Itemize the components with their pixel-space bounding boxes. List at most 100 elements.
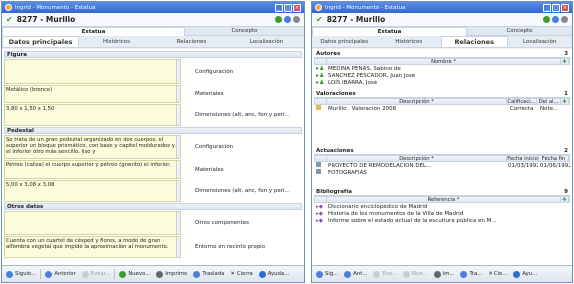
actuaciones-section: Actuaciones 2 Descripción * Fecha inicio Fe… xyxy=(314,148,570,176)
next-button[interactable]: Sig... xyxy=(314,270,340,278)
pedestal-materiales-field[interactable]: Pétreo (caliza) el cuerpo superior y pét… xyxy=(4,160,181,179)
figura-materiales-field[interactable]: Metálico (bronce) xyxy=(4,85,181,103)
valoraciones-section: Valoraciones 1 Descripción * Calificaci...… xyxy=(314,91,570,112)
person-icon: ▸♟ xyxy=(316,72,325,79)
title-bar[interactable]: Ingrid - Monumento - Estatua _ □ × xyxy=(312,2,572,13)
column-descripcion[interactable]: Descripción * xyxy=(327,99,507,105)
field-label: Configuración xyxy=(195,68,234,75)
table-row[interactable]: Murillo . Valoración 2008 Correcta Note... xyxy=(314,105,570,112)
table-header: Descripción * Calificaci... Del al... ✚ xyxy=(314,98,570,105)
field-label: Materiales xyxy=(195,166,224,173)
person-icon: ▸♟ xyxy=(316,79,325,86)
help-button[interactable]: Ayu... xyxy=(511,270,539,278)
entorno-field[interactable]: Cuenta con un cuartel de césped y flores… xyxy=(4,236,181,258)
arrow-down-icon xyxy=(316,270,323,278)
move-button[interactable]: Traslada xyxy=(191,270,226,278)
table-row[interactable]: ▸♟ MEDINA PEÑAS, Sabino de xyxy=(314,65,570,72)
checkmark-icon: ✔ xyxy=(6,15,13,24)
record-id: 8277 - Murillo xyxy=(16,15,76,24)
minimize-button[interactable]: _ xyxy=(543,3,551,12)
column-fecha-inicio[interactable]: Fecha inicio xyxy=(507,156,539,162)
column-del-al[interactable]: Del al... xyxy=(537,99,561,105)
new-button[interactable]: Nuevo... xyxy=(117,270,152,278)
previous-button[interactable]: Ant... xyxy=(342,270,369,278)
minimize-button[interactable]: _ xyxy=(275,3,283,12)
status-icon[interactable] xyxy=(275,16,282,23)
maximize-button[interactable]: □ xyxy=(552,3,560,12)
tab-datos-principales[interactable]: Datos principales xyxy=(312,36,377,47)
maximize-button[interactable]: □ xyxy=(284,3,292,12)
tab-localizacion[interactable]: Localización xyxy=(229,36,304,47)
tab-historicos[interactable]: Históricos xyxy=(79,36,154,47)
close-button[interactable]: ✕ Cierra xyxy=(228,271,254,277)
section-title: Bibliografía xyxy=(316,189,352,195)
column-referencia[interactable]: Referencia * xyxy=(327,197,561,203)
count-badge: 1 xyxy=(564,91,568,97)
pedestal-configuracion-field[interactable]: Se trata de un gran pedestal organizado … xyxy=(4,135,181,159)
action-toolbar: Sig... Ant... Evo... Nue... Im... Tra...… xyxy=(312,265,572,282)
section-estatua[interactable]: Estatua xyxy=(312,27,467,36)
close-window-button[interactable]: × xyxy=(561,3,569,12)
figura-dimensiones-field[interactable]: 3,80 x 1,50 x 1,50 xyxy=(4,104,181,126)
column-calificacion[interactable]: Calificaci... xyxy=(507,99,537,105)
globe-icon[interactable] xyxy=(284,16,291,23)
binoculars-icon[interactable] xyxy=(561,16,568,23)
tab-historicos[interactable]: Históricos xyxy=(377,36,442,47)
print-button[interactable]: Im... xyxy=(432,270,457,278)
section-title: Autores xyxy=(316,51,341,57)
evolution-button[interactable]: Evolu... xyxy=(80,270,113,278)
column-nombre[interactable]: Nombre * xyxy=(327,59,561,65)
previous-button[interactable]: Anterior xyxy=(43,270,77,278)
help-button[interactable]: Ayuda... xyxy=(257,270,291,278)
printer-icon xyxy=(433,270,441,278)
status-icon[interactable] xyxy=(543,16,550,23)
app-icon xyxy=(315,4,322,11)
table-row[interactable]: ▸◆ Informe sobre el estado actual de la e… xyxy=(314,217,570,224)
table-row[interactable]: ▸♟ SÁNCHEZ PESCADOR, Juan José xyxy=(314,72,570,79)
close-window-button[interactable]: × xyxy=(293,3,301,12)
binoculars-icon[interactable] xyxy=(293,16,300,23)
field-label: Otros componentes xyxy=(195,220,249,226)
tab-relaciones[interactable]: Relaciones xyxy=(441,36,508,47)
window-title: Ingrid - Monumento - Estatua xyxy=(325,4,406,11)
section-concepto[interactable]: Concepto xyxy=(467,27,572,36)
count-badge: 9 xyxy=(564,189,568,195)
record-header: ✔ 8277 - Murillo xyxy=(2,13,304,27)
add-icon[interactable]: ✚ xyxy=(561,197,569,203)
arrow-up-icon xyxy=(45,270,53,278)
section-title: Actuaciones xyxy=(316,148,354,154)
pedestal-dimensiones-field[interactable]: 5,00 x 3,08 x 3,08 xyxy=(4,180,181,202)
section-estatua[interactable]: Estatua xyxy=(2,27,185,36)
close-button[interactable]: ✕ Cie... xyxy=(486,271,509,277)
section-title: Valoraciones xyxy=(316,91,356,97)
tab-datos-principales[interactable]: Datos principales xyxy=(2,36,79,47)
field-label: Entorno en recinto propio xyxy=(195,244,266,250)
book-icon: ▸◆ xyxy=(316,203,323,210)
otros-componentes-field[interactable] xyxy=(4,211,181,235)
section-concepto[interactable]: Concepto xyxy=(185,27,304,36)
tab-localizacion[interactable]: Localización xyxy=(508,36,573,47)
table-row[interactable]: ▸♟ LOIS IBARRA, José xyxy=(314,79,570,86)
column-descripcion[interactable]: Descripción * xyxy=(327,156,507,162)
arrow-down-icon xyxy=(6,270,13,278)
table-row[interactable]: ▸◆ Historia de los monumentos de la Villa… xyxy=(314,210,570,217)
print-button[interactable]: Imprime xyxy=(154,270,189,278)
column-fecha-fin[interactable]: Fecha fin xyxy=(539,156,569,162)
next-button[interactable]: Siguie... xyxy=(4,270,38,278)
document-icon xyxy=(314,169,326,176)
new-button[interactable]: Nue... xyxy=(401,270,430,278)
add-icon[interactable]: ✚ xyxy=(561,59,569,65)
table-row[interactable]: PROYECTO DE REMODELACIÓN DEL... 01/03/199… xyxy=(314,162,570,169)
group-pedestal: Pedestal xyxy=(4,127,302,134)
new-icon xyxy=(119,270,127,278)
table-row[interactable]: ▸◆ Diccionario enciclopédico de Madrid xyxy=(314,203,570,210)
table-row[interactable]: FOTOGRAFÍAS xyxy=(314,169,570,176)
globe-icon[interactable] xyxy=(552,16,559,23)
figura-configuracion-field[interactable] xyxy=(4,59,181,84)
title-bar[interactable]: Ingrid - Monumento - Estatua _ □ × xyxy=(2,2,304,13)
add-icon[interactable]: ✚ xyxy=(561,99,569,105)
evolution-button[interactable]: Evo... xyxy=(371,270,399,278)
tab-relaciones[interactable]: Relaciones xyxy=(154,36,229,47)
table-header: Descripción * Fecha inicio Fecha fin xyxy=(314,155,570,162)
move-button[interactable]: Tra... xyxy=(458,270,484,278)
